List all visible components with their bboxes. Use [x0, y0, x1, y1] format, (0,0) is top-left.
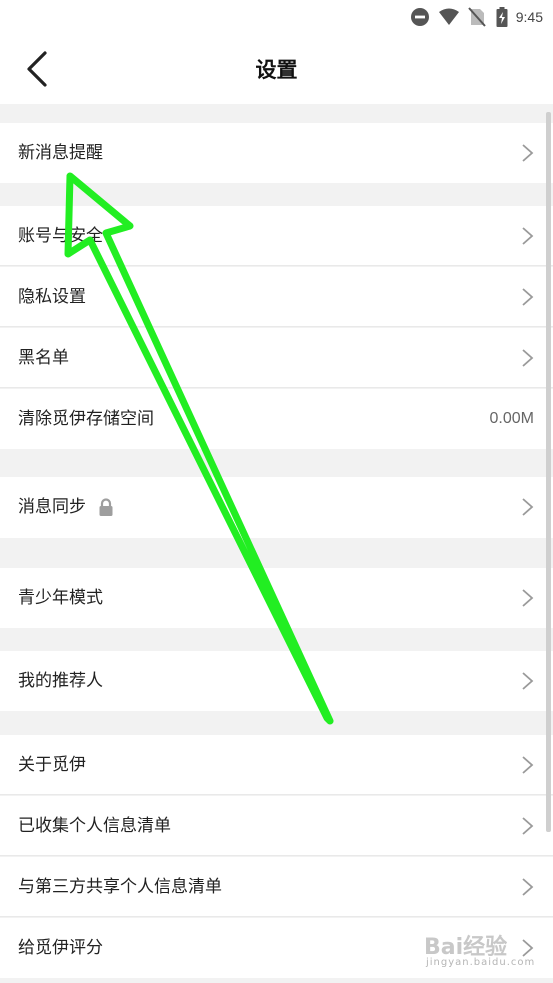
nav-bar: 设置	[0, 34, 553, 104]
row-label: 账号与安全	[18, 226, 103, 246]
status-bar: 9:45	[0, 0, 553, 34]
status-icons: 9:45	[410, 5, 543, 29]
wifi-icon	[438, 8, 460, 26]
row-label: 我的推荐人	[18, 671, 103, 691]
row-label: 新消息提醒	[18, 143, 103, 163]
row-my-referrer[interactable]: 我的推荐人	[0, 651, 553, 711]
scrollbar[interactable]	[546, 112, 551, 832]
row-label: 已收集个人信息清单	[18, 816, 171, 836]
chevron-right-icon	[522, 589, 534, 607]
status-time: 9:45	[515, 9, 543, 25]
row-label: 给觅伊评分	[18, 938, 103, 958]
row-label: 隐私设置	[18, 287, 86, 307]
watermark-url: jingyan.baidu.com	[426, 957, 536, 968]
dnd-icon	[410, 7, 430, 27]
storage-size-value: 0.00M	[489, 410, 534, 427]
row-privacy-settings[interactable]: 隐私设置	[0, 267, 553, 327]
page-title: 设置	[255, 58, 298, 82]
row-label: 消息同步	[18, 497, 86, 517]
chevron-right-icon	[522, 817, 534, 835]
lock-icon	[99, 498, 113, 516]
chevron-right-icon	[522, 672, 534, 690]
row-label: 黑名单	[18, 348, 69, 368]
row-label: 清除觅伊存储空间	[18, 409, 154, 429]
chevron-right-icon	[522, 498, 534, 516]
chevron-right-icon	[522, 144, 534, 162]
baidu-jingyan-watermark-logo: Bai经验	[424, 934, 507, 960]
row-label: 关于觅伊	[18, 755, 86, 775]
chevron-right-icon	[522, 878, 534, 896]
row-collected-info-list[interactable]: 已收集个人信息清单	[0, 796, 553, 856]
chevron-right-icon	[522, 756, 534, 774]
row-label: 与第三方共享个人信息清单	[18, 877, 222, 897]
row-third-party-shared-list[interactable]: 与第三方共享个人信息清单	[0, 857, 553, 917]
row-teen-mode[interactable]: 青少年模式	[0, 568, 553, 628]
row-about[interactable]: 关于觅伊	[0, 735, 553, 795]
chevron-right-icon	[522, 227, 534, 245]
row-clear-storage[interactable]: 清除觅伊存储空间 0.00M	[0, 389, 553, 449]
chevron-right-icon	[522, 288, 534, 306]
row-account-security[interactable]: 账号与安全	[0, 206, 553, 266]
battery-charging-icon	[496, 7, 508, 27]
no-sim-icon	[468, 7, 486, 27]
row-message-sync[interactable]: 消息同步	[0, 477, 553, 538]
row-blacklist[interactable]: 黑名单	[0, 328, 553, 388]
row-label: 青少年模式	[18, 588, 103, 608]
row-new-message-alert[interactable]: 新消息提醒	[0, 123, 553, 183]
chevron-right-icon	[522, 349, 534, 367]
